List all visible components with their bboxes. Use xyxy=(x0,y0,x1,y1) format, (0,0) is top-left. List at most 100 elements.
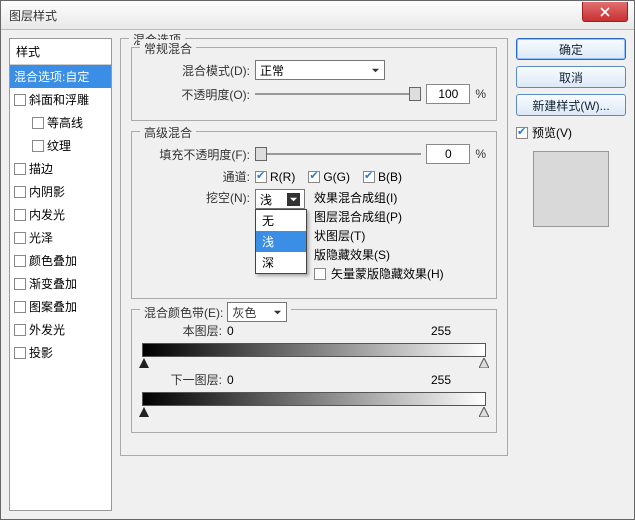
blend-mode-value: 正常 xyxy=(260,62,284,79)
styles-item-checkbox[interactable] xyxy=(32,117,44,129)
styles-item-label: 内发光 xyxy=(29,206,65,223)
gradient-stop-black[interactable] xyxy=(139,358,149,368)
right-panel: 确定 取消 新建样式(W)... 预览(V) xyxy=(516,38,626,511)
under-layer-label: 下一图层: xyxy=(142,371,222,388)
blend-if-select[interactable]: 灰色 xyxy=(227,302,287,322)
styles-item-checkbox[interactable] xyxy=(14,347,26,359)
styles-item-checkbox[interactable] xyxy=(14,278,26,290)
blend-mode-label: 混合模式(D): xyxy=(142,62,250,79)
styles-item[interactable]: 纹理 xyxy=(10,134,111,157)
styles-item-label: 斜面和浮雕 xyxy=(29,91,89,108)
knockout-option-shallow[interactable]: 浅 xyxy=(256,231,306,252)
knockout-option-deep[interactable]: 深 xyxy=(256,252,306,273)
styles-item-label: 内阴影 xyxy=(29,183,65,200)
styles-item-blending-options[interactable]: 混合选项:自定 xyxy=(10,65,111,88)
styles-item-label: 外发光 xyxy=(29,321,65,338)
channel-r-checkbox[interactable] xyxy=(255,171,267,183)
opacity-input[interactable]: 100 xyxy=(426,84,470,104)
ok-button[interactable]: 确定 xyxy=(516,38,626,60)
styles-item[interactable]: 内阴影 xyxy=(10,180,111,203)
adv-check-label: 效果混合成组(I) xyxy=(314,189,397,206)
styles-item-checkbox[interactable] xyxy=(14,232,26,244)
styles-item-label: 纹理 xyxy=(47,137,71,154)
center-panel: 混合选项 常规混合 混合模式(D): 正常 不透明度(O): xyxy=(120,38,508,511)
styles-item-checkbox[interactable] xyxy=(14,324,26,336)
knockout-value: 浅 xyxy=(260,191,272,208)
channel-r-label: R(R) xyxy=(270,170,295,184)
styles-item-checkbox[interactable] xyxy=(14,94,26,106)
styles-item[interactable]: 渐变叠加 xyxy=(10,272,111,295)
fill-opacity-slider[interactable] xyxy=(255,146,421,162)
adv-check-label: 版隐藏效果(S) xyxy=(314,246,390,263)
knockout-label: 挖空(N): xyxy=(142,189,250,206)
range-high: 255 xyxy=(431,373,451,387)
knockout-dropdown: 无 浅 深 xyxy=(255,209,307,274)
adv-check-label: 图层混合成组(P) xyxy=(314,208,402,225)
channels-label: 通道: xyxy=(142,168,250,185)
styles-header: 样式 xyxy=(10,39,111,65)
gradient-stop-white[interactable] xyxy=(479,407,489,417)
blend-if-value: 灰色 xyxy=(232,304,256,321)
cancel-button[interactable]: 取消 xyxy=(516,66,626,88)
styles-item[interactable]: 颜色叠加 xyxy=(10,249,111,272)
this-layer-label: 本图层: xyxy=(142,322,222,339)
preview-checkbox[interactable] xyxy=(516,127,528,139)
adv-check-5[interactable] xyxy=(314,268,326,280)
styles-item-checkbox[interactable] xyxy=(32,140,44,152)
knockout-option-none[interactable]: 无 xyxy=(256,210,306,231)
preview-label: 预览(V) xyxy=(532,124,572,141)
layer-style-dialog: 图层样式 样式 混合选项:自定 斜面和浮雕等高线纹理描边内阴影内发光光泽颜色叠加… xyxy=(0,0,635,520)
channel-b-label: B(B) xyxy=(378,170,402,184)
gradient-stop-black[interactable] xyxy=(139,407,149,417)
styles-item[interactable]: 内发光 xyxy=(10,203,111,226)
styles-item-checkbox[interactable] xyxy=(14,301,26,313)
close-button[interactable] xyxy=(582,2,628,22)
styles-item[interactable]: 描边 xyxy=(10,157,111,180)
styles-item-label: 混合选项:自定 xyxy=(14,68,89,85)
styles-list: 样式 混合选项:自定 斜面和浮雕等高线纹理描边内阴影内发光光泽颜色叠加渐变叠加图… xyxy=(9,38,112,511)
styles-item-label: 图案叠加 xyxy=(29,298,77,315)
styles-item[interactable]: 光泽 xyxy=(10,226,111,249)
pct-label: % xyxy=(475,147,486,161)
fill-opacity-label: 填充不透明度(F): xyxy=(142,146,250,163)
channel-g-label: G(G) xyxy=(323,170,350,184)
titlebar[interactable]: 图层样式 xyxy=(1,1,634,30)
styles-item-checkbox[interactable] xyxy=(14,163,26,175)
styles-item[interactable]: 等高线 xyxy=(10,111,111,134)
range-low: 0 xyxy=(227,373,234,387)
new-style-button[interactable]: 新建样式(W)... xyxy=(516,94,626,116)
adv-check-label: 状图层(T) xyxy=(314,227,365,244)
styles-item-label: 颜色叠加 xyxy=(29,252,77,269)
opacity-slider[interactable] xyxy=(255,86,421,102)
styles-item-label: 等高线 xyxy=(47,114,83,131)
blending-options-group: 混合选项 常规混合 混合模式(D): 正常 不透明度(O): xyxy=(120,38,508,456)
styles-item-checkbox[interactable] xyxy=(14,186,26,198)
styles-item[interactable]: 外发光 xyxy=(10,318,111,341)
blend-mode-select[interactable]: 正常 xyxy=(255,60,385,80)
channel-b-checkbox[interactable] xyxy=(363,171,375,183)
normal-blend-group: 常规混合 混合模式(D): 正常 不透明度(O): xyxy=(131,47,497,121)
styles-item[interactable]: 斜面和浮雕 xyxy=(10,88,111,111)
advanced-legend: 高级混合 xyxy=(140,124,196,141)
under-layer-gradient[interactable] xyxy=(142,392,486,406)
blend-if-group: 混合颜色带(E): 灰色 本图层: 0 255 xyxy=(131,309,497,433)
fill-opacity-input[interactable]: 0 xyxy=(426,144,470,164)
range-low: 0 xyxy=(227,324,234,338)
chevron-down-icon xyxy=(371,66,380,75)
styles-item[interactable]: 图案叠加 xyxy=(10,295,111,318)
styles-item-label: 描边 xyxy=(29,160,53,177)
channel-g-checkbox[interactable] xyxy=(308,171,320,183)
styles-item-checkbox[interactable] xyxy=(14,255,26,267)
advanced-check-list: 效果混合成组(I) 图层混合成组(P) 状图层(T) 版隐藏效果(S) 矢量蒙版… xyxy=(314,189,444,282)
knockout-select[interactable]: 浅 无 浅 深 xyxy=(255,189,305,209)
pct-label: % xyxy=(475,87,486,101)
gradient-stop-white[interactable] xyxy=(479,358,489,368)
styles-item-label: 光泽 xyxy=(29,229,53,246)
chevron-down-icon xyxy=(287,193,300,206)
blend-if-label: 混合颜色带(E): xyxy=(144,304,223,321)
this-layer-gradient[interactable] xyxy=(142,343,486,357)
normal-legend: 常规混合 xyxy=(140,40,196,57)
preview-swatch xyxy=(533,151,609,227)
styles-item[interactable]: 投影 xyxy=(10,341,111,364)
styles-item-checkbox[interactable] xyxy=(14,209,26,221)
